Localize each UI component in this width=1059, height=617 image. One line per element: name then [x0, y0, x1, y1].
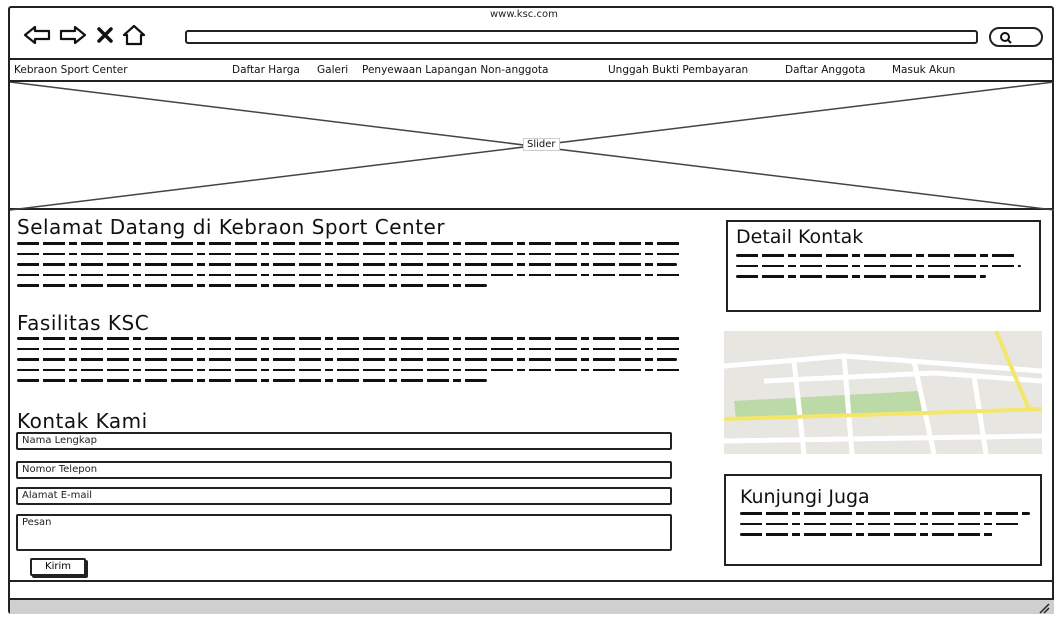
brand-link[interactable]: Kebraon Sport Center [14, 64, 128, 76]
forward-arrow-icon[interactable] [58, 24, 88, 46]
message-field[interactable]: Pesan [16, 514, 672, 551]
nav-link-galeri[interactable]: Galeri [317, 64, 348, 76]
nav-link-masuk-akun[interactable]: Masuk Akun [892, 64, 955, 76]
contact-heading: Kontak Kami [17, 409, 148, 433]
nav-link-penyewaan[interactable]: Penyewaan Lapangan Non-anggota [362, 64, 548, 76]
submit-button[interactable]: Kirim [30, 558, 86, 576]
map-icon [724, 331, 1042, 454]
slider-label: Slider [523, 138, 560, 151]
facilities-text [17, 337, 682, 390]
visit-text [740, 512, 1030, 544]
browser-nav-icons [22, 22, 146, 48]
facilities-heading: Fasilitas KSC [17, 311, 150, 335]
search-icon [1000, 32, 1012, 44]
back-arrow-icon[interactable] [22, 24, 52, 46]
nav-link-unggah-bukti[interactable]: Unggah Bukti Pembayaran [608, 64, 748, 76]
url-text: www.ksc.com [490, 9, 558, 20]
address-bar[interactable] [185, 30, 978, 44]
visit-heading: Kunjungi Juga [740, 486, 870, 508]
content-divider [10, 580, 1054, 582]
phone-field[interactable]: Nomor Telepon [16, 461, 672, 479]
close-icon[interactable] [94, 24, 116, 46]
contact-detail-text [736, 254, 1026, 286]
welcome-heading: Selamat Datang di Kebraon Sport Center [17, 215, 446, 239]
welcome-text [17, 242, 682, 295]
nav-link-daftar-harga[interactable]: Daftar Harga [232, 64, 300, 76]
name-field[interactable]: Nama Lengkap [16, 432, 672, 450]
contact-detail-heading: Detail Kontak [736, 226, 864, 248]
location-map[interactable] [724, 331, 1042, 454]
resize-grip-icon[interactable] [1038, 602, 1050, 614]
email-field[interactable]: Alamat E-mail [16, 487, 672, 505]
status-bar [10, 598, 1054, 614]
home-icon[interactable] [122, 24, 146, 46]
image-slider[interactable]: Slider [10, 80, 1054, 211]
visit-card: Kunjungi Juga [724, 474, 1042, 566]
search-box[interactable] [989, 27, 1043, 47]
contact-detail-card: Detail Kontak [726, 220, 1041, 312]
nav-link-daftar-anggota[interactable]: Daftar Anggota [785, 64, 865, 76]
toolbar-divider [10, 58, 1054, 60]
